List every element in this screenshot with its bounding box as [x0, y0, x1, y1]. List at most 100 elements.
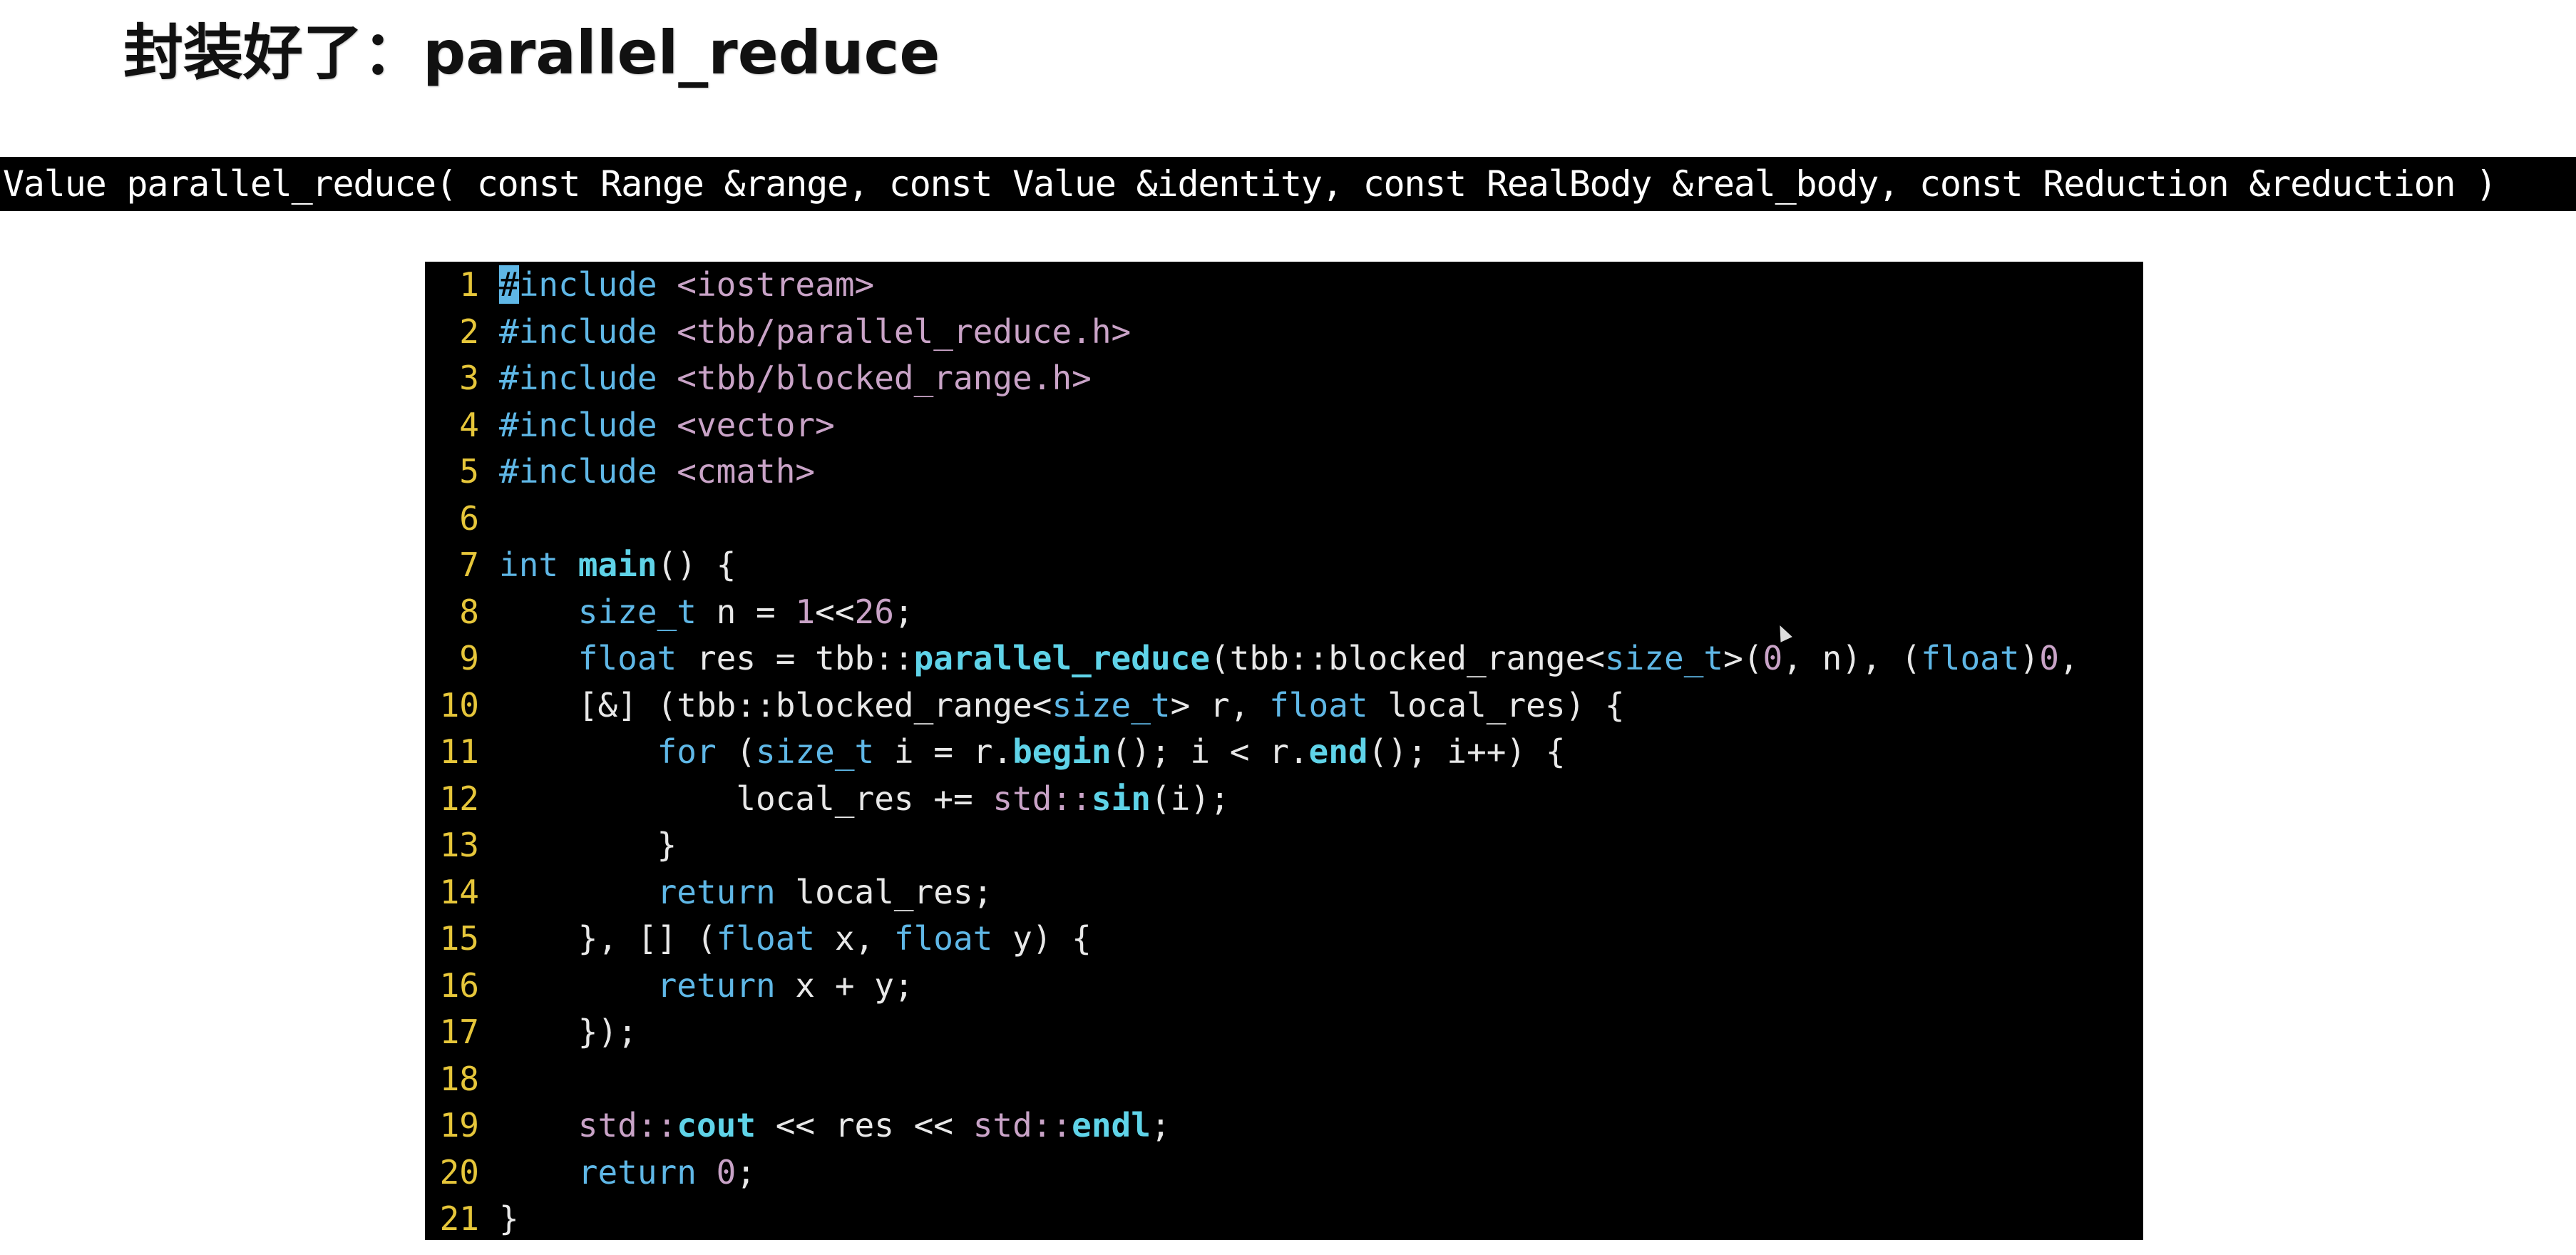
code-token: <tbb/parallel_reduce.h> — [677, 312, 1132, 351]
code-token: size_t — [1052, 685, 1171, 724]
code-token: <vector> — [677, 405, 835, 444]
code-token: #include — [499, 312, 677, 351]
code-token: 1 — [795, 592, 816, 631]
line-number: 1 — [459, 265, 479, 304]
line-number: 10 — [439, 685, 479, 724]
code-token: #include — [499, 405, 677, 444]
code-line: 21} — [425, 1196, 2143, 1240]
line-number: 11 — [439, 732, 479, 771]
code-token: sin — [1091, 779, 1151, 818]
code-token: #include — [499, 452, 677, 491]
code-line: 7 int main() { — [425, 542, 2143, 589]
code-token: return — [657, 872, 776, 911]
code-token: } — [499, 826, 677, 864]
line-number: 14 — [439, 872, 479, 911]
code-token: x, — [815, 919, 894, 958]
line-number: 4 — [459, 405, 479, 444]
code-line: 14 return local_res; — [425, 869, 2143, 916]
code-token: begin — [1012, 732, 1112, 771]
code-token: () { — [657, 545, 737, 584]
code-token: local_res += — [499, 779, 993, 818]
code-token: 0 — [1762, 639, 1783, 677]
line-number: 17 — [439, 1013, 479, 1051]
code-token: return — [657, 965, 776, 1005]
code-token: <iostream> — [677, 265, 875, 304]
code-token: }, [] ( — [499, 919, 717, 958]
code-line: 4 #include <vector> — [425, 402, 2143, 449]
code-token: << — [815, 592, 855, 631]
line-number: 20 — [439, 1152, 479, 1192]
code-token: 0 — [2039, 639, 2059, 677]
code-token: ) — [2019, 639, 2040, 677]
code-token: int — [499, 545, 578, 584]
code-token: for — [657, 732, 717, 771]
code-token: float — [893, 919, 993, 958]
code-token: [&] (tbb::blocked_range< — [499, 685, 1052, 724]
code-token: main — [578, 545, 657, 584]
line-number: 2 — [459, 312, 479, 351]
code-token: ( — [716, 732, 756, 771]
code-token: endl — [1072, 1106, 1151, 1144]
line-number: 9 — [459, 639, 479, 677]
code-line: 17 }); — [425, 1009, 2143, 1056]
code-token: <tbb/blocked_range.h> — [677, 359, 1092, 397]
code-token: include — [518, 265, 677, 304]
code-token: #include — [499, 359, 677, 397]
code-token: y) { — [992, 919, 1092, 958]
code-line: 9 float res = tbb::parallel_reduce(tbb::… — [425, 635, 2143, 682]
code-token: float — [1921, 639, 2020, 677]
code-token: , — [2058, 639, 2079, 677]
code-token: return — [578, 1152, 697, 1192]
code-token: > r, — [1170, 685, 1270, 724]
line-number: 7 — [459, 545, 479, 584]
code-line: 6 — [425, 496, 2143, 543]
code-token: float — [716, 919, 816, 958]
code-token: end — [1308, 732, 1368, 771]
code-token: , n), ( — [1782, 639, 1921, 677]
code-token: <cmath> — [677, 452, 816, 491]
code-token: ; — [1150, 1106, 1171, 1144]
code-token: float — [578, 639, 677, 677]
code-line: 20 return 0; — [425, 1149, 2143, 1197]
code-token: ; — [893, 592, 914, 631]
code-token: size_t — [1604, 639, 1724, 677]
code-token: parallel_reduce — [913, 639, 1211, 677]
line-number: 13 — [439, 826, 479, 864]
code-token: local_res) { — [1367, 685, 1625, 724]
line-number: 12 — [439, 779, 479, 818]
code-line: 15 }, [] (float x, float y) { — [425, 916, 2143, 963]
code-line: 13 } — [425, 822, 2143, 869]
code-token: size_t — [578, 592, 697, 631]
code-token: 26 — [854, 592, 894, 631]
line-number: 6 — [459, 498, 479, 538]
line-number: 21 — [439, 1199, 479, 1238]
code-token: << res << — [756, 1106, 973, 1144]
line-number: 16 — [439, 965, 479, 1005]
line-number: 8 — [459, 592, 479, 631]
code-line: 11 for (size_t i = r.begin(); i < r.end(… — [425, 729, 2143, 776]
code-line: 10 [&] (tbb::blocked_range<size_t> r, fl… — [425, 682, 2143, 729]
code-token: size_t — [756, 732, 875, 771]
code-token: std:: — [992, 779, 1092, 818]
code-token: float — [1269, 685, 1368, 724]
line-number: 19 — [439, 1106, 479, 1144]
code-line: 16 return x + y; — [425, 963, 2143, 1010]
code-token: cout — [677, 1106, 756, 1144]
code-token: (i); — [1150, 779, 1230, 818]
code-token: std:: — [973, 1106, 1072, 1144]
code-line: 2 #include <tbb/parallel_reduce.h> — [425, 309, 2143, 356]
code-token: } — [499, 1199, 519, 1238]
code-token: (); i < r. — [1111, 732, 1309, 771]
code-token: n = — [696, 592, 796, 631]
function-signature: Value parallel_reduce( const Range &rang… — [0, 157, 2576, 211]
code-token: ; — [736, 1152, 756, 1192]
code-token: x + y; — [775, 965, 914, 1005]
code-token: 0 — [716, 1152, 737, 1192]
code-editor[interactable]: 1 #include <iostream> 2 #include <tbb/paral… — [425, 262, 2143, 1240]
